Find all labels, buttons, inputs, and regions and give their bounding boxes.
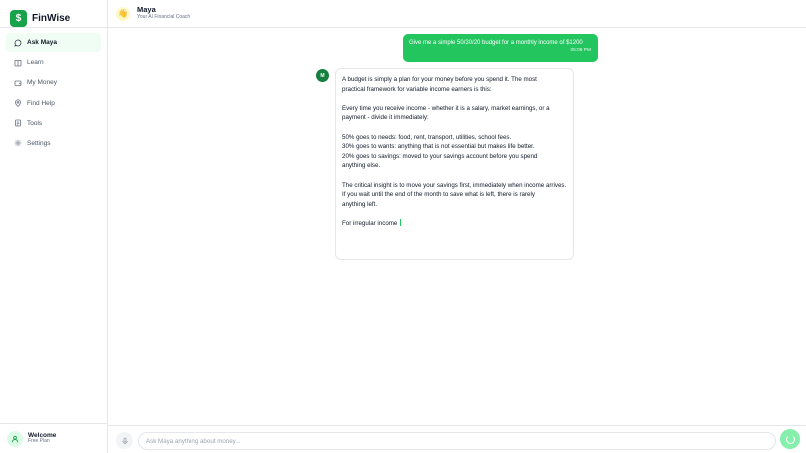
sidebar: $ FinWise Ask Maya Learn My Money Find H… — [0, 0, 108, 453]
message-line: A budget is simply a plan for your money… — [342, 76, 537, 83]
wallet-icon — [13, 78, 22, 87]
user-profile[interactable]: Welcome Free Plan — [0, 423, 108, 453]
chat-input[interactable] — [138, 432, 776, 450]
gear-icon — [13, 139, 22, 148]
message-line: practical framework for variable income … — [342, 85, 492, 93]
message-line: payment - divide it immediately: — [342, 114, 429, 122]
sidebar-item-learn[interactable]: Learn — [6, 53, 101, 72]
sidebar-item-my-money[interactable]: My Money — [6, 73, 101, 92]
sidebar-item-ask-maya[interactable]: Ask Maya — [6, 33, 101, 52]
user-plan: Free Plan — [28, 438, 50, 445]
sidebar-item-label: Tools — [27, 119, 43, 127]
loading-spinner-icon — [785, 434, 795, 444]
message-line: Every time you receive income - whether … — [342, 104, 550, 112]
microphone-button[interactable] — [116, 432, 133, 449]
money-bag-icon: $ — [10, 10, 27, 27]
app-name: FinWise — [32, 13, 71, 24]
message-line: 20% goes to savings: moved to your savin… — [342, 152, 538, 160]
book-icon — [13, 58, 22, 67]
user-icon — [7, 430, 23, 447]
sidebar-item-label: My Money — [27, 79, 57, 87]
message-line: The critical insight is to move your sav… — [342, 181, 567, 189]
message-line: 30% goes to wants: anything that is not … — [342, 143, 535, 151]
message-line: For irregular income — [342, 219, 398, 227]
typing-cursor — [400, 218, 402, 226]
composer — [108, 425, 806, 453]
brand-divider — [0, 27, 108, 28]
assistant-message: A budget is simply a plan for your money… — [335, 68, 574, 260]
sidebar-item-label: Find Help — [27, 99, 55, 107]
sidebar-item-tools[interactable]: Tools — [6, 114, 101, 133]
message-line: 50% goes to needs: food, rent, transport… — [342, 133, 512, 141]
sidebar-item-settings[interactable]: Settings — [6, 134, 101, 153]
waving-hand-icon: 👋 — [116, 6, 130, 21]
assistant-avatar: M — [316, 69, 329, 82]
sidebar-item-find-help[interactable]: Find Help — [6, 94, 101, 113]
message-line: anything left. — [342, 200, 378, 208]
location-pin-icon — [13, 99, 22, 108]
sidebar-item-label: Ask Maya — [27, 39, 57, 46]
message-line-streaming: For irregular income — [342, 218, 567, 229]
sidebar-nav: Ask Maya Learn My Money Find Help Tools — [6, 33, 101, 154]
chat-header: 👋 Maya Your AI Financial Coach — [108, 0, 806, 28]
user-message-text: Give me a simple 50/30/20 budget for a m… — [409, 40, 583, 46]
message-line: anything else. — [342, 162, 381, 170]
sidebar-item-label: Learn — [27, 59, 44, 67]
sidebar-item-label: Settings — [27, 139, 51, 147]
message-line: If you wait until the end of the month t… — [342, 191, 535, 199]
user-message: Give me a simple 50/30/20 budget for a m… — [403, 34, 598, 62]
chat-bubble-icon — [13, 38, 22, 47]
page-subtitle: Your AI Financial Coach — [137, 13, 191, 20]
send-button[interactable] — [780, 429, 800, 449]
microphone-icon — [121, 437, 128, 444]
document-icon — [13, 119, 22, 128]
chat-thread: Give me a simple 50/30/20 budget for a m… — [108, 28, 806, 425]
message-timestamp: 05:08 PM — [570, 48, 591, 53]
